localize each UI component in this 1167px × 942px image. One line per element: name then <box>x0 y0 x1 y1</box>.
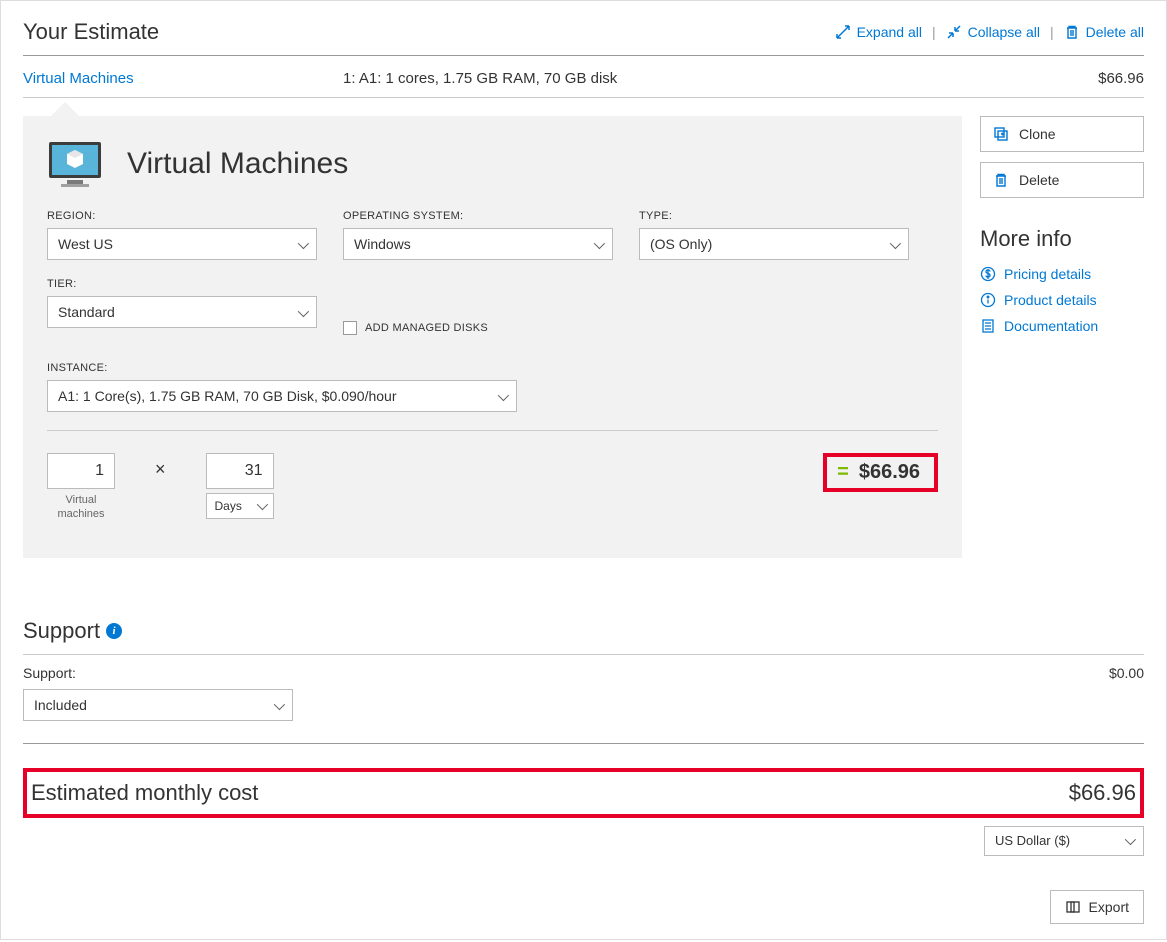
vm-count-caption: Virtual machines <box>47 493 115 522</box>
tier-label: TIER: <box>47 278 317 290</box>
multiply-icon: × <box>155 459 166 480</box>
chevron-down-icon <box>498 388 506 404</box>
region-select[interactable]: West US <box>47 228 317 260</box>
line-total-highlight: = $66.96 <box>823 453 938 492</box>
expand-all-link[interactable]: Expand all <box>835 24 922 40</box>
delete-all-link[interactable]: Delete all <box>1064 24 1144 40</box>
dollar-circle-icon <box>980 266 996 282</box>
chevron-down-icon <box>890 236 898 252</box>
currency-select[interactable]: US Dollar ($) <box>984 826 1144 856</box>
instance-label: INSTANCE: <box>47 362 938 374</box>
chevron-down-icon <box>594 236 602 252</box>
managed-disks-checkbox[interactable] <box>343 321 357 335</box>
chevron-down-icon <box>274 697 282 713</box>
tier-select[interactable]: Standard <box>47 296 317 328</box>
info-icon[interactable]: i <box>106 623 122 639</box>
trash-icon <box>1064 24 1080 40</box>
support-cost: $0.00 <box>1109 665 1144 681</box>
os-label: OPERATING SYSTEM: <box>343 210 613 222</box>
more-info-heading: More info <box>980 226 1144 252</box>
pricing-details-link[interactable]: Pricing details <box>980 266 1144 282</box>
collapse-icon <box>946 24 962 40</box>
chevron-down-icon <box>298 304 306 320</box>
type-select[interactable]: (OS Only) <box>639 228 909 260</box>
document-icon <box>980 318 996 334</box>
collapse-all-link[interactable]: Collapse all <box>946 24 1040 40</box>
info-circle-icon <box>980 292 996 308</box>
documentation-link[interactable]: Documentation <box>980 318 1144 334</box>
estimated-cost-highlight: Estimated monthly cost $66.96 <box>23 768 1144 818</box>
days-input[interactable]: 31 <box>206 453 274 489</box>
tab-virtual-machines[interactable]: Virtual Machines <box>23 70 343 87</box>
estimated-cost-label: Estimated monthly cost <box>31 780 258 806</box>
delete-button[interactable]: Delete <box>980 162 1144 198</box>
chevron-down-icon <box>1125 833 1133 848</box>
page-title: Your Estimate <box>23 19 159 45</box>
time-unit-select[interactable]: Days <box>206 493 274 519</box>
support-label: Support: <box>23 665 76 681</box>
trash-icon <box>993 172 1009 188</box>
separator: | <box>932 24 936 40</box>
clone-icon <box>993 126 1009 142</box>
clone-button[interactable]: Clone <box>980 116 1144 152</box>
export-icon <box>1065 899 1081 915</box>
virtual-machine-icon <box>47 140 103 188</box>
vm-count-input[interactable]: 1 <box>47 453 115 489</box>
equals-icon: = <box>837 461 849 484</box>
region-label: REGION: <box>47 210 317 222</box>
chevron-down-icon <box>298 236 306 252</box>
estimated-cost-value: $66.96 <box>1069 780 1136 806</box>
chevron-down-icon <box>257 499 265 513</box>
support-heading: Support i <box>23 618 1144 655</box>
panel-title: Virtual Machines <box>127 147 348 181</box>
vm-detail-panel: Virtual Machines REGION: West US OPERATI… <box>23 116 962 558</box>
type-label: TYPE: <box>639 210 909 222</box>
export-button[interactable]: Export <box>1050 890 1144 924</box>
separator: | <box>1050 24 1054 40</box>
instance-select[interactable]: A1: 1 Core(s), 1.75 GB RAM, 70 GB Disk, … <box>47 380 517 412</box>
line-total-value: $66.96 <box>859 461 920 484</box>
tab-summary: 1: A1: 1 cores, 1.75 GB RAM, 70 GB disk <box>343 70 1098 87</box>
expand-icon <box>835 24 851 40</box>
product-details-link[interactable]: Product details <box>980 292 1144 308</box>
support-select[interactable]: Included <box>23 689 293 721</box>
os-select[interactable]: Windows <box>343 228 613 260</box>
tab-cost: $66.96 <box>1098 70 1144 87</box>
managed-disks-label: ADD MANAGED DISKS <box>365 322 488 334</box>
